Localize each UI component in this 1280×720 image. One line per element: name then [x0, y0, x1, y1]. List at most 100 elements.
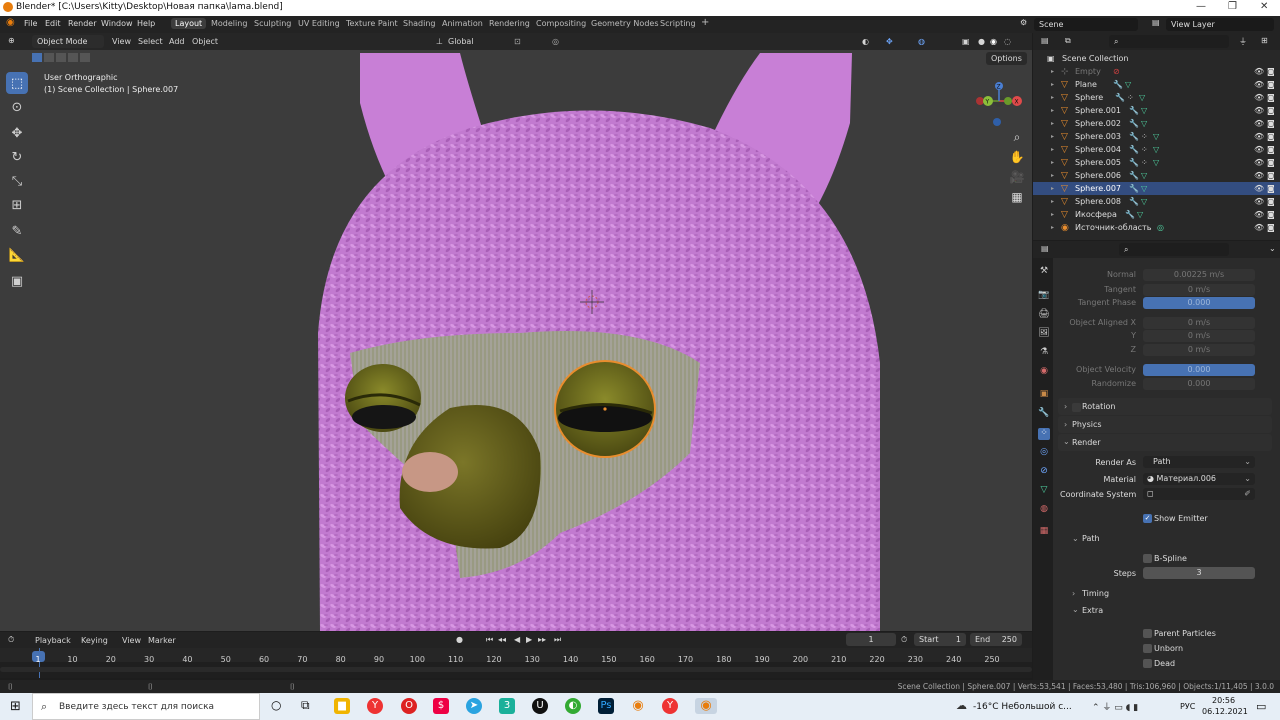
material-tab-icon[interactable]: ◍	[1038, 504, 1050, 516]
visibility-eye-icon[interactable]: 👁	[1254, 158, 1264, 167]
select-invert-icon[interactable]	[68, 53, 78, 62]
outliner-row-sphere-004[interactable]: ▸ ▽ Sphere.004 🔧 ⁘ ▽ 👁 ◙	[1033, 143, 1280, 156]
photoshop-icon[interactable]: Ps	[598, 698, 614, 714]
visibility-eye-icon[interactable]: 👁	[1254, 210, 1264, 219]
output-tab-icon[interactable]: 🖨	[1038, 309, 1050, 321]
timeline-scrollbar[interactable]	[0, 667, 1032, 672]
select-intersect-icon[interactable]	[80, 53, 90, 62]
visibility-eye-icon[interactable]: 👁	[1254, 106, 1264, 115]
pan-hand-icon[interactable]: ✋	[1007, 147, 1027, 167]
camera-icon[interactable]: 🎥	[1007, 167, 1027, 187]
gizmo-icon[interactable]: ✥	[886, 37, 893, 46]
outliner-row-sphere-005[interactable]: ▸ ▽ Sphere.005 🔧 ⁘ ▽ 👁 ◙	[1033, 156, 1280, 169]
taskbar-search-box[interactable]: ⌕ Введите здесь текст для поиска	[32, 693, 260, 720]
menu-select[interactable]: Select	[138, 37, 163, 46]
render-camera-icon[interactable]: ◙	[1267, 93, 1275, 102]
data-tab-icon[interactable]: ▽	[1038, 485, 1050, 497]
rotation-checkbox[interactable]	[1072, 403, 1081, 412]
tool-tab-icon[interactable]: ⚒	[1038, 266, 1050, 278]
show-emitter-checkbox[interactable]: ✓	[1143, 514, 1152, 523]
world-tab-icon[interactable]: ◉	[1038, 366, 1050, 378]
new-collection-icon[interactable]: ⊞	[1261, 36, 1268, 45]
tab-shading[interactable]: Shading	[403, 19, 436, 28]
notification-icon[interactable]: ▭	[1256, 700, 1266, 713]
object-velocity-field[interactable]: 0.000	[1143, 364, 1255, 376]
tab-rendering[interactable]: Rendering	[489, 19, 530, 28]
start-frame-field[interactable]: Start 1	[914, 633, 966, 646]
menu-window[interactable]: Window	[101, 19, 133, 28]
3d-viewport[interactable]	[0, 33, 1032, 631]
shading-rendered-icon[interactable]: ◌	[1004, 37, 1011, 46]
visibility-eye-icon[interactable]: 👁	[1254, 184, 1264, 193]
properties-editor-icon[interactable]: ▤	[1041, 244, 1049, 253]
constraint-tab-icon[interactable]: ⊘	[1038, 466, 1050, 478]
menu-object[interactable]: Object	[192, 37, 218, 46]
current-frame-field[interactable]: 1	[846, 633, 896, 646]
transform-tool[interactable]: ⊞	[6, 194, 28, 216]
outliner-row-area-light[interactable]: ▸ ◉ Источник-область ◎ 👁 ◙	[1033, 221, 1280, 234]
tab-texture-paint[interactable]: Texture Paint	[346, 19, 398, 28]
blender-menu-icon[interactable]: ◉	[6, 17, 15, 28]
menu-render[interactable]: Render	[68, 19, 96, 28]
modifier-tab-icon[interactable]: 🔧	[1038, 408, 1050, 420]
outliner-row-sphere[interactable]: ▸ ▽ Sphere 🔧 ⁘ ▽ 👁 ◙	[1033, 91, 1280, 104]
tab-uv-editing[interactable]: UV Editing	[298, 19, 340, 28]
render-as-dropdown[interactable]: Path ⌄	[1143, 456, 1255, 468]
material-dropdown[interactable]: ◕ Материал.006 ⌄	[1143, 473, 1255, 485]
texture-tab-icon[interactable]: ▦	[1038, 526, 1050, 538]
render-camera-icon[interactable]: ◙	[1267, 171, 1275, 180]
visibility-icon[interactable]: ◐	[862, 37, 869, 46]
jump-start-icon[interactable]: ⏮	[486, 635, 493, 645]
render-tab-icon[interactable]: 📷	[1038, 290, 1050, 302]
visibility-eye-icon[interactable]: 👁	[1254, 93, 1264, 102]
menu-timeline-view[interactable]: View	[122, 636, 141, 645]
cursor-tool[interactable]: ⊙	[6, 96, 28, 118]
render-camera-icon[interactable]: ◙	[1267, 158, 1275, 167]
outliner-row-sphere-002[interactable]: ▸ ▽ Sphere.002 🔧 ▽ 👁 ◙	[1033, 117, 1280, 130]
particles-tab-icon[interactable]: ⁘	[1038, 428, 1050, 440]
render-camera-icon[interactable]: ◙	[1267, 197, 1275, 206]
tray-icons[interactable]: ⌃ ⏚ ▭ ◖ ▮	[1092, 700, 1138, 713]
menu-edit[interactable]: Edit	[45, 19, 61, 28]
timeline-editor-icon[interactable]: ⏱	[8, 635, 14, 645]
outliner-row-empty[interactable]: ▸ ⊹ Empty ⊘ 👁 ◙	[1033, 65, 1280, 78]
perspective-grid-icon[interactable]: ▦	[1007, 187, 1027, 207]
outliner-search-input[interactable]: ⌕	[1109, 35, 1229, 48]
menu-playback[interactable]: Playback	[35, 636, 71, 645]
overlay-icon[interactable]: ◍	[918, 37, 925, 46]
properties-search-input[interactable]: ⌕	[1119, 243, 1229, 256]
extra-section-label[interactable]: Extra	[1082, 606, 1103, 615]
render-camera-icon[interactable]: ◙	[1267, 132, 1275, 141]
annotate-tool[interactable]: ✎	[6, 220, 28, 242]
physics-tab-icon[interactable]: ◎	[1038, 447, 1050, 459]
cortana-icon[interactable]: ○	[271, 698, 281, 712]
stopwatch-icon[interactable]: ⏱	[901, 635, 907, 645]
render-camera-icon[interactable]: ◙	[1267, 106, 1275, 115]
select-subtract-icon[interactable]	[56, 53, 66, 62]
scene-selector[interactable]: Scene	[1034, 18, 1138, 31]
scale-tool[interactable]: ⤡	[6, 170, 28, 192]
record-icon[interactable]: ●	[456, 635, 463, 644]
menu-view[interactable]: View	[112, 37, 131, 46]
blender-taskbar-icon[interactable]: ◉	[630, 698, 646, 714]
task-view-icon[interactable]: ⧉	[301, 698, 310, 713]
add-cube-tool[interactable]: ▣	[6, 270, 28, 292]
opera-icon[interactable]: O	[401, 698, 417, 714]
visibility-eye-icon[interactable]: 👁	[1254, 223, 1264, 232]
app-red-icon[interactable]: $	[433, 698, 449, 714]
editor-type-icon[interactable]: ⊕	[8, 36, 15, 45]
app-teal-icon[interactable]: 3	[499, 698, 515, 714]
visibility-eye-icon[interactable]: 👁	[1254, 67, 1264, 76]
render-camera-icon[interactable]: ◙	[1267, 119, 1275, 128]
dead-checkbox[interactable]	[1143, 659, 1152, 668]
tab-sculpting[interactable]: Sculpting	[254, 19, 291, 28]
rotate-tool[interactable]: ↻	[6, 146, 28, 168]
jump-end-icon[interactable]: ⏭	[554, 635, 561, 645]
render-camera-icon[interactable]: ◙	[1267, 80, 1275, 89]
view-layer-selector[interactable]: View Layer	[1166, 18, 1274, 31]
eyedropper-icon[interactable]: ✐	[1244, 488, 1251, 500]
visibility-eye-icon[interactable]: 👁	[1254, 132, 1264, 141]
weather-cloud-icon[interactable]: ☁	[956, 699, 967, 712]
measure-tool[interactable]: 📐	[6, 244, 28, 266]
blender-active-taskbar-icon[interactable]: ◉	[695, 698, 717, 714]
